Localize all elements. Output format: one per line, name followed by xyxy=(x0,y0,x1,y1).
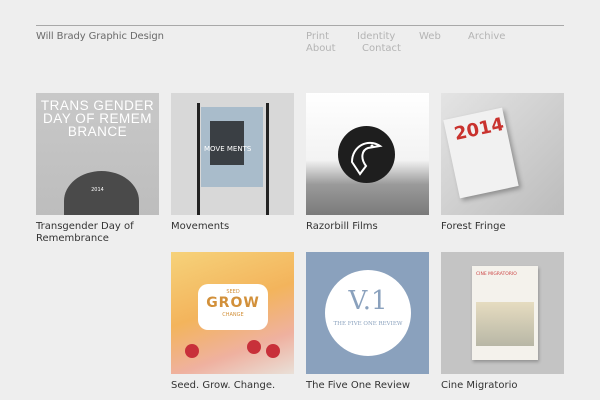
booklet-year: 2014 xyxy=(452,113,506,145)
project-title[interactable]: Forest Fringe xyxy=(441,221,566,233)
poster-year: 2014 xyxy=(91,187,104,193)
project-thumbnail-transgender-day[interactable]: TRANS GENDER DAY OF REMEM BRANCE 2014 xyxy=(36,93,159,215)
site-title[interactable]: Will Brady Graphic Design xyxy=(36,31,164,42)
project-title[interactable]: Seed. Grow. Change. xyxy=(171,380,296,392)
booklet: 2014 xyxy=(443,107,519,199)
project-title[interactable]: Transgender Day of Remembrance xyxy=(36,221,161,245)
project-title[interactable]: Cine Migratorio xyxy=(441,380,566,392)
project-title[interactable]: Movements xyxy=(171,221,296,233)
project-thumbnail-movements[interactable]: MOVE MENTS xyxy=(171,93,294,215)
poster: CINE MIGRATORIO xyxy=(472,266,538,360)
raspberry-image xyxy=(247,340,261,354)
label-main: GROW xyxy=(206,295,260,311)
poster-landscape-image xyxy=(476,302,534,346)
poster: MOVE MENTS xyxy=(201,107,263,187)
nav-print[interactable]: Print xyxy=(306,31,329,42)
label-badge: SEED GROW CHANGE xyxy=(198,284,268,330)
header-rule xyxy=(36,25,564,26)
raspberry-image xyxy=(266,344,280,358)
nav-about[interactable]: About xyxy=(306,43,336,54)
poster-text: MOVE MENTS xyxy=(204,145,252,153)
nav-archive[interactable]: Archive xyxy=(468,31,505,42)
project-thumbnail-cine-migratorio[interactable]: CINE MIGRATORIO xyxy=(441,252,564,374)
project-title[interactable]: Razorbill Films xyxy=(306,221,431,233)
project-thumbnail-seed-grow-change[interactable]: SEED GROW CHANGE xyxy=(171,252,294,374)
project-thumbnail-razorbill[interactable] xyxy=(306,93,429,215)
nav-web[interactable]: Web xyxy=(419,31,441,42)
poster-text: TRANS GENDER DAY OF REMEM BRANCE xyxy=(40,98,155,139)
label-bottom: CHANGE xyxy=(222,312,244,318)
project-title[interactable]: The Five One Review xyxy=(306,380,431,392)
poster-pole xyxy=(197,103,200,215)
raspberry-image xyxy=(185,344,199,358)
poster-hair-image xyxy=(64,171,139,215)
project-thumbnail-forest-fringe[interactable]: 2014 xyxy=(441,93,564,215)
nav-identity[interactable]: Identity xyxy=(357,31,395,42)
review-subtitle: THE FIVE ONE REVIEW xyxy=(333,321,403,327)
review-logo: V.1 THE FIVE ONE REVIEW xyxy=(325,270,411,356)
razorbill-logo-icon xyxy=(338,126,395,183)
poster-text: CINE MIGRATORIO xyxy=(476,272,517,277)
project-thumbnail-five-one-review[interactable]: V.1 THE FIVE ONE REVIEW xyxy=(306,252,429,374)
poster-pole xyxy=(266,103,269,215)
review-mark: V.1 xyxy=(348,286,388,316)
poster-bookshelf-image xyxy=(210,121,244,165)
nav-contact[interactable]: Contact xyxy=(362,43,401,54)
